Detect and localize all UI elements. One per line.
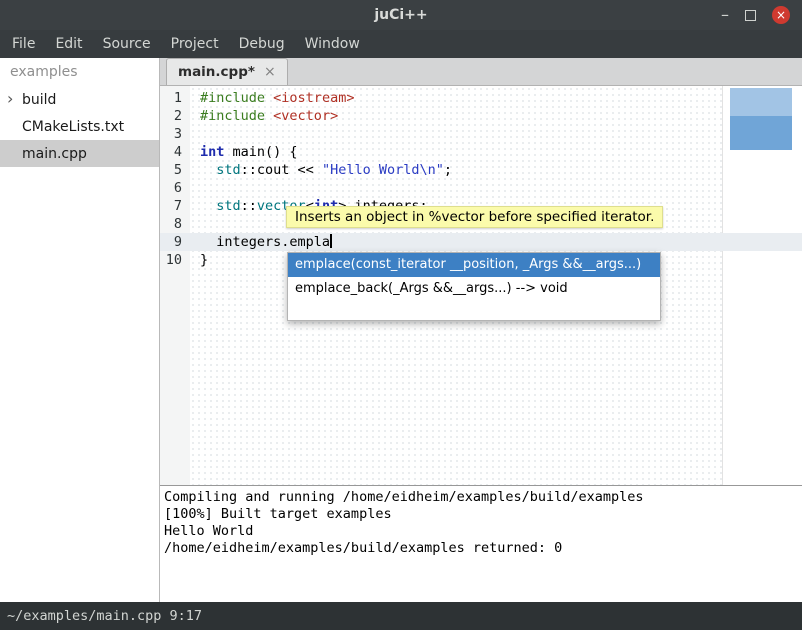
code-token [265, 90, 273, 106]
tabbar: main.cpp* × [160, 58, 802, 86]
code-text [190, 125, 200, 143]
tree-item-cmakelists-txt[interactable]: CMakeLists.txt [0, 113, 159, 140]
status-file-position: ~/examples/main.cpp 9:17 [7, 608, 202, 624]
code-token: :: [241, 198, 257, 214]
code-text: int main() { [190, 143, 298, 161]
code-token: ; [444, 162, 452, 178]
menu-item-edit[interactable]: Edit [45, 30, 92, 58]
code-editor[interactable]: 1#include <iostream>2#include <vector>34… [160, 86, 802, 485]
code-token: #include [200, 90, 265, 106]
code-token [200, 162, 216, 178]
sidebar: examples › build CMakeLists.txt main.cpp [0, 58, 160, 602]
minimize-button[interactable]: – [721, 7, 729, 23]
output-panel[interactable]: Compiling and running /home/eidheim/exam… [160, 485, 802, 602]
line-number: 2 [160, 107, 190, 125]
line-number: 4 [160, 143, 190, 161]
completion-item[interactable]: emplace_back(_Args &&__args...) --> void [288, 277, 660, 301]
menu-item-file[interactable]: File [2, 30, 45, 58]
close-icon: × [776, 9, 786, 21]
line-number: 10 [160, 251, 190, 269]
line-number: 1 [160, 89, 190, 107]
output-line: Compiling and running /home/eidheim/exam… [164, 489, 798, 506]
code-text [190, 215, 200, 233]
code-token: int [200, 144, 224, 160]
code-text: std::cout << "Hello World\n"; [190, 161, 452, 179]
code-text [190, 179, 200, 197]
code-text: } [190, 251, 208, 269]
content: examples › build CMakeLists.txt main.cpp ma… [0, 58, 802, 602]
code-line-2[interactable]: 2#include <vector> [160, 107, 802, 125]
code-line-9[interactable]: 9 integers.empla [160, 233, 802, 251]
tree-item-label: main.cpp [22, 146, 87, 162]
autocomplete-popup: emplace(const_iterator __position, _Args… [287, 252, 661, 321]
window-title: juCi++ [0, 7, 802, 23]
code-line-1[interactable]: 1#include <iostream> [160, 89, 802, 107]
menubar: FileEditSourceProjectDebugWindow [0, 30, 802, 58]
expander-icon[interactable]: › [7, 89, 13, 108]
maximize-button[interactable] [745, 10, 756, 21]
editor-column: main.cpp* × 1#include <iostream>2#includ… [160, 58, 802, 602]
code-token: main() { [224, 144, 297, 160]
scrollbar-track[interactable] [730, 88, 792, 116]
statusbar: ~/examples/main.cpp 9:17 [0, 602, 802, 630]
output-line: Hello World [164, 523, 798, 540]
tree-item-build[interactable]: › build [0, 86, 159, 113]
line-number: 8 [160, 215, 190, 233]
code-token: <vector> [273, 108, 338, 124]
code-line-6[interactable]: 6 [160, 179, 802, 197]
file-tree: › build CMakeLists.txt main.cpp [0, 86, 159, 167]
scrollbar-thumb[interactable] [730, 116, 792, 150]
output-line: /home/eidheim/examples/build/examples re… [164, 540, 798, 557]
code-token: } [200, 252, 208, 268]
output-line: [100%] Built target examples [164, 506, 798, 523]
code-line-5[interactable]: 5 std::cout << "Hello World\n"; [160, 161, 802, 179]
titlebar: juCi++ – × [0, 0, 802, 30]
window-controls: – × [721, 6, 802, 24]
menu-item-debug[interactable]: Debug [229, 30, 295, 58]
code-line-3[interactable]: 3 [160, 125, 802, 143]
line-number: 6 [160, 179, 190, 197]
editor-scrollbar[interactable] [730, 88, 792, 150]
code-token: <iostream> [273, 90, 354, 106]
code-line-4[interactable]: 4int main() { [160, 143, 802, 161]
code-text: #include <iostream> [190, 89, 354, 107]
code-text: #include <vector> [190, 107, 338, 125]
close-button[interactable]: × [772, 6, 790, 24]
code-token: ::cout << [241, 162, 322, 178]
project-root-label: examples [0, 58, 159, 86]
completion-item[interactable]: emplace(const_iterator __position, _Args… [288, 253, 660, 277]
tree-item-label: build [22, 92, 56, 108]
code-token: std [216, 198, 240, 214]
doc-tooltip: Inserts an object in %vector before spec… [286, 206, 663, 228]
menu-item-project[interactable]: Project [161, 30, 229, 58]
menu-item-window[interactable]: Window [295, 30, 370, 58]
line-number: 9 [160, 233, 190, 251]
code-text: integers.empla [190, 233, 332, 251]
code-token: std [216, 162, 240, 178]
app-window: juCi++ – × FileEditSourceProjectDebugWin… [0, 0, 802, 630]
line-number: 5 [160, 161, 190, 179]
code-area: 1#include <iostream>2#include <vector>34… [160, 86, 802, 269]
menu-item-source[interactable]: Source [93, 30, 161, 58]
tree-item-main-cpp[interactable]: main.cpp [0, 140, 159, 167]
code-token [265, 108, 273, 124]
code-token: #include [200, 108, 265, 124]
tree-item-label: CMakeLists.txt [22, 119, 124, 135]
tab-main-cpp[interactable]: main.cpp* × [166, 58, 288, 85]
tab-close-icon[interactable]: × [264, 64, 276, 80]
text-cursor [330, 234, 332, 248]
tab-label: main.cpp* [178, 64, 255, 80]
line-number: 7 [160, 197, 190, 215]
code-token: "Hello World\n" [322, 162, 444, 178]
line-number: 3 [160, 125, 190, 143]
code-token [200, 198, 216, 214]
code-token: integers.empla [200, 234, 330, 250]
